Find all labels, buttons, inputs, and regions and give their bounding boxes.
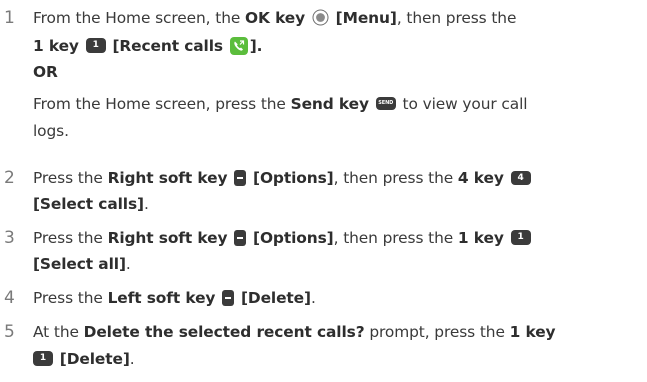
step-text: , then press the	[333, 169, 458, 187]
four-key-icon: 4	[510, 170, 531, 185]
step-2-line-1: Press the Right soft key [Options], then…	[33, 166, 533, 190]
one-key-label: 1 key	[33, 37, 79, 55]
step-text: to view your call	[397, 95, 528, 113]
ok-key-label: OK key	[245, 9, 306, 27]
step-text: .	[125, 255, 131, 273]
step-number: 2	[4, 168, 15, 188]
step-number: 1	[4, 8, 15, 28]
step-text: .	[129, 350, 135, 368]
one-key-icon: 1	[33, 351, 53, 366]
phone-call-icon	[229, 36, 248, 55]
step-text: .	[143, 195, 149, 213]
instruction-document: 1 From the Home screen, the OK key [Menu…	[0, 0, 647, 382]
left-soft-key-label: Left soft key	[107, 289, 216, 307]
or-label: OR	[33, 63, 58, 81]
right-soft-key-label: Right soft key	[107, 169, 228, 187]
step-5-line-2: 1 [Delete].	[33, 347, 135, 371]
recent-calls-label: [Recent calls	[112, 37, 223, 55]
one-key-label: 1 key	[457, 229, 504, 247]
delete-label: [Delete]	[59, 350, 130, 368]
delete-label: [Delete]	[240, 289, 311, 307]
step-text: .	[310, 289, 316, 307]
step-3-line-2: [Select all].	[33, 252, 131, 276]
step-1-line-2: 1 key 1 [Recent calls ].	[33, 34, 263, 58]
one-key-icon: 1	[85, 38, 106, 53]
step-text: Press the	[33, 169, 108, 187]
menu-label: [Menu]	[335, 9, 397, 27]
prompt-text: Delete the selected recent calls?	[83, 323, 365, 341]
step-1-alt-cont: logs.	[33, 122, 69, 140]
four-key-label: 4 key	[457, 169, 504, 187]
soft-key-icon	[222, 289, 235, 306]
step-text: Press the	[33, 289, 108, 307]
send-key-icon: SEND	[375, 97, 396, 110]
step-5-line-1: At the Delete the selected recent calls?…	[33, 320, 556, 344]
step-1-line-1: From the Home screen, the OK key [Menu],…	[33, 6, 516, 30]
step-text: ].	[249, 37, 263, 55]
step-1-alt-line: From the Home screen, press the Send key…	[33, 92, 528, 116]
options-label: [Options]	[253, 229, 334, 247]
step-number: 4	[4, 288, 15, 308]
soft-key-icon	[234, 229, 247, 246]
step-text: From the Home screen, the	[33, 9, 246, 27]
step-text: , then press the	[333, 229, 458, 247]
step-4-line-1: Press the Left soft key [Delete].	[33, 286, 316, 310]
step-text: , then press the	[396, 9, 517, 27]
step-text: prompt, press the	[364, 323, 510, 341]
step-3-line-1: Press the Right soft key [Options], then…	[33, 226, 533, 250]
options-label: [Options]	[253, 169, 334, 187]
step-2-line-2: [Select calls].	[33, 192, 149, 216]
step-text: From the Home screen, press the	[33, 95, 291, 113]
step-text: At the	[33, 323, 84, 341]
select-all-label: [Select all]	[33, 255, 126, 273]
send-key-label: Send key	[290, 95, 369, 113]
ok-key-icon	[312, 9, 329, 26]
step-text: Press the	[33, 229, 108, 247]
step-number: 3	[4, 228, 15, 248]
step-number: 5	[4, 322, 15, 342]
right-soft-key-label: Right soft key	[107, 229, 228, 247]
one-key-label: 1 key	[509, 323, 556, 341]
soft-key-icon	[234, 169, 247, 186]
one-key-icon: 1	[510, 230, 531, 245]
select-calls-label: [Select calls]	[33, 195, 144, 213]
